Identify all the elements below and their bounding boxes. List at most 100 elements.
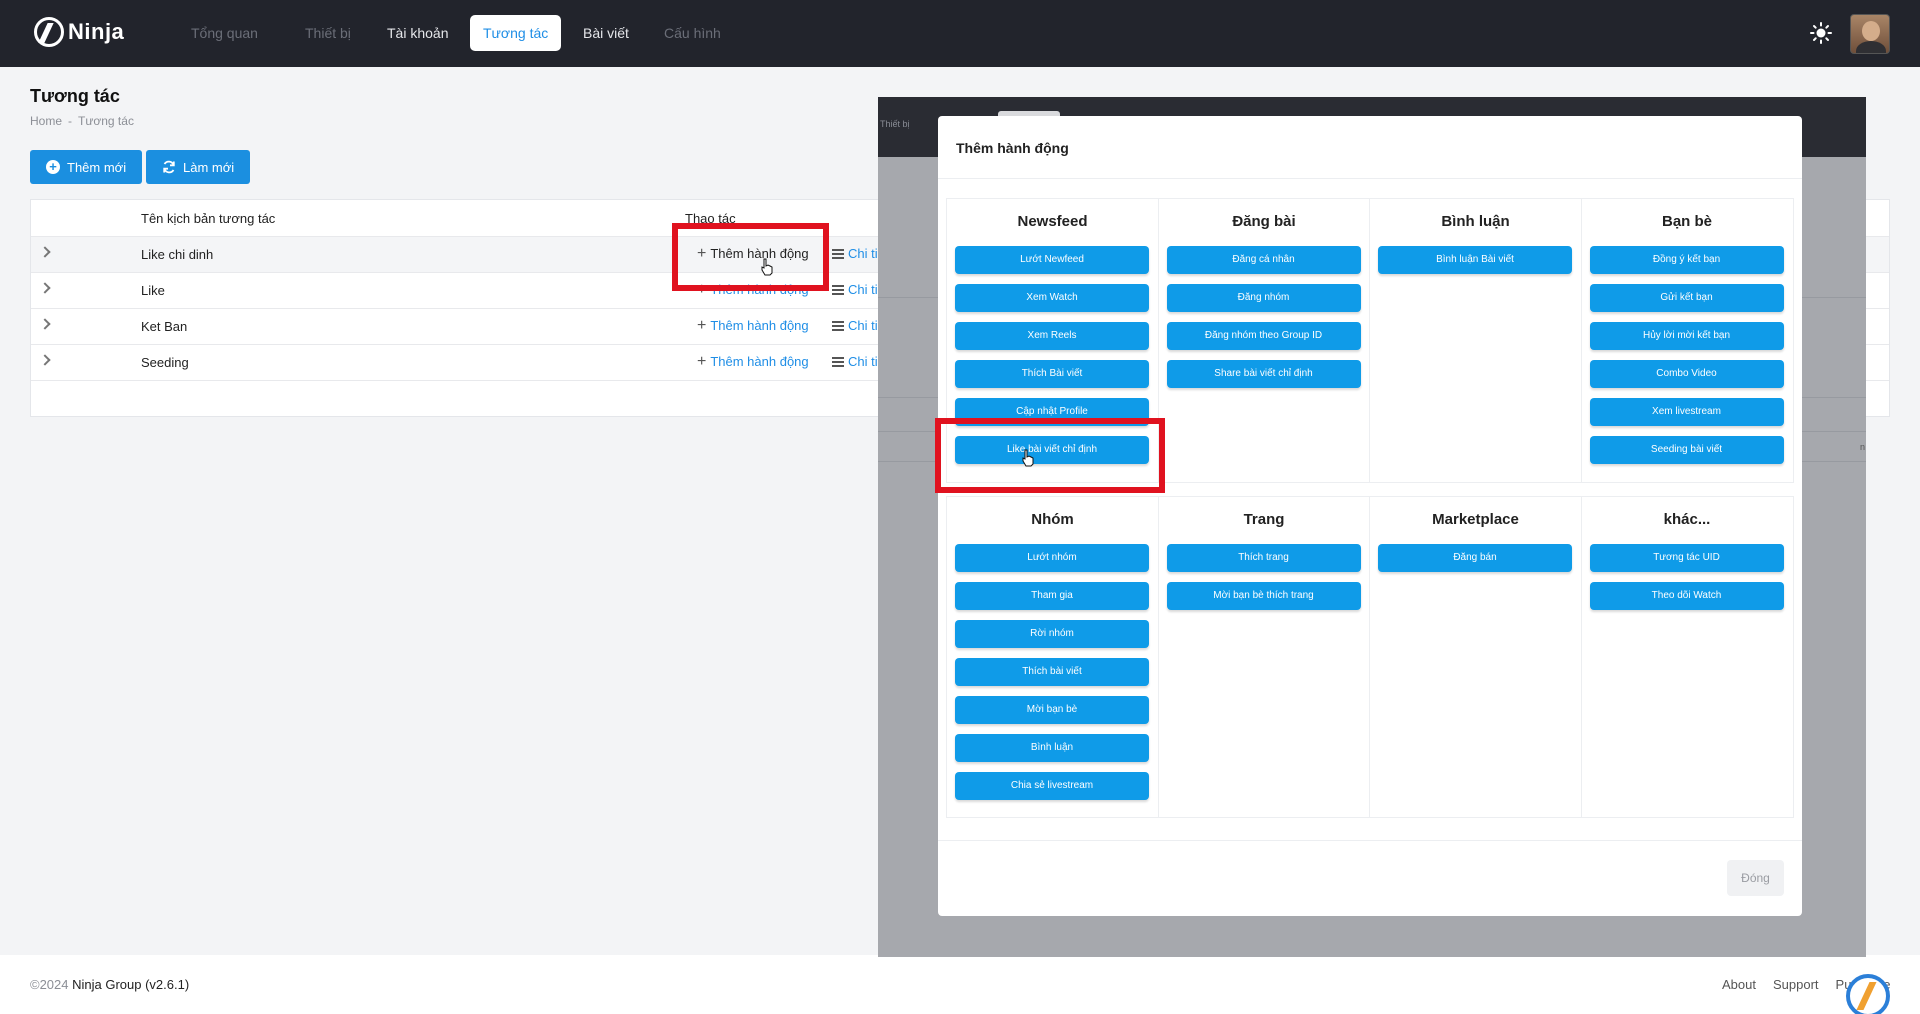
action-button[interactable]: Bình luận <box>955 734 1149 762</box>
company-version: Ninja Group (v2.6.1) <box>72 977 190 992</box>
action-grid-bottom: Nhóm Lướt nhóm Tham gia Rời nhóm Thích b… <box>946 496 1794 818</box>
footer <box>0 955 1920 1014</box>
action-button[interactable]: Theo dõi Watch <box>1589 582 1784 610</box>
nav-tuong-tac[interactable]: Tương tác <box>470 15 562 51</box>
refresh-button[interactable]: Làm mới <box>146 150 251 184</box>
action-button[interactable]: Bình luận Bài viết <box>1378 246 1572 274</box>
add-action-link[interactable]: + Thêm hành động <box>697 317 809 334</box>
logo-text: Ninja <box>68 19 125 44</box>
nav-bai-viet[interactable]: Bài viết <box>570 15 642 51</box>
action-button[interactable]: Thích Bài viết <box>955 360 1149 388</box>
breadcrumb: Home - Tương tác <box>30 114 134 128</box>
action-button[interactable]: Đăng cá nhân <box>1166 246 1361 274</box>
action-button[interactable]: Hủy lời mời kết bạn <box>1589 322 1784 350</box>
overlay-ghost-nav: Thiết bị <box>880 119 910 129</box>
action-button[interactable]: Thích trang <box>1166 544 1361 572</box>
scenario-name: Ket Ban <box>141 319 188 334</box>
add-action-modal: Thêm hành động Newsfeed Lướt Newfeed Xem… <box>938 116 1802 916</box>
add-action-label: Thêm hành động <box>710 354 809 369</box>
plus-icon: + <box>697 353 707 370</box>
footer-about-link[interactable]: About <box>1722 977 1756 992</box>
ninja-logo[interactable]: Ninja <box>34 17 124 47</box>
expand-chevron-icon[interactable] <box>39 318 51 330</box>
group-binh-luan: Bình luận Bình luận Bài viết <box>1370 199 1582 482</box>
group-ban-be: Bạn bè Đồng ý kết bạn Gửi kết bạn Hủy lờ… <box>1582 199 1794 482</box>
action-button[interactable]: Đăng nhóm <box>1166 284 1361 312</box>
breadcrumb-home[interactable]: Home <box>30 114 62 128</box>
nav-cau-hinh[interactable]: Cấu hình <box>651 15 734 51</box>
scenario-name: Seeding <box>141 355 189 370</box>
copyright-year: ©2024 <box>30 977 69 992</box>
modal-title: Thêm hành động <box>956 140 1069 156</box>
group-dang-bai: Đăng bài Đăng cá nhân Đăng nhóm Đăng nhó… <box>1159 199 1370 482</box>
action-button[interactable]: Mời bạn bè thích trang <box>1166 582 1361 610</box>
group-khac: khác... Tương tác UID Theo dõi Watch <box>1582 497 1794 817</box>
group-trang: Trang Thích trang Mời bạn bè thích trang <box>1159 497 1370 817</box>
scenario-name: Like <box>141 283 165 298</box>
list-icon <box>832 356 844 367</box>
action-button[interactable]: Xem livestream <box>1589 398 1784 426</box>
nav-tai-khoan[interactable]: Tài khoản <box>374 15 461 51</box>
detail-link[interactable]: Chi ti <box>832 354 878 369</box>
list-icon <box>832 248 844 259</box>
detail-link[interactable]: Chi ti <box>832 318 878 333</box>
logo-mark-icon <box>34 17 64 47</box>
highlight-box <box>935 418 1165 493</box>
action-button[interactable]: Lướt Newfeed <box>955 246 1149 274</box>
group-title: Marketplace <box>1432 511 1519 528</box>
action-button[interactable]: Chia sẻ livestream <box>955 772 1149 800</box>
group-marketplace: Marketplace Đăng bán <box>1370 497 1582 817</box>
plus-icon: + <box>697 317 707 334</box>
user-avatar[interactable] <box>1850 14 1890 54</box>
group-title: Bình luận <box>1441 213 1510 230</box>
footer-support-link[interactable]: Support <box>1773 977 1819 992</box>
add-action-link[interactable]: + Thêm hành động <box>697 353 809 370</box>
group-title: Trang <box>1243 511 1285 528</box>
detail-link[interactable]: Chi ti <box>832 282 878 297</box>
action-button[interactable]: Mời bạn bè <box>955 696 1149 724</box>
modal-close-button[interactable]: Đóng <box>1727 860 1784 896</box>
action-button[interactable]: Thích bài viết <box>955 658 1149 686</box>
action-button[interactable]: Xem Reels <box>955 322 1149 350</box>
nav-tong-quan[interactable]: Tổng quan <box>178 15 271 51</box>
nav-thiet-bi[interactable]: Thiết bị <box>292 15 364 51</box>
list-icon <box>832 284 844 295</box>
action-button[interactable]: Đăng bán <box>1378 544 1572 572</box>
group-title: Nhóm <box>1031 511 1074 528</box>
action-button[interactable]: Gửi kết bạn <box>1589 284 1784 312</box>
column-header-name: Tên kịch bản tương tác <box>141 211 276 226</box>
action-button[interactable]: Đồng ý kết bạn <box>1589 246 1784 274</box>
expand-chevron-icon[interactable] <box>39 354 51 366</box>
detail-label: Chi ti <box>848 246 878 261</box>
action-button[interactable]: Tương tác UID <box>1589 544 1784 572</box>
expand-chevron-icon[interactable] <box>39 246 51 258</box>
breadcrumb-current: Tương tác <box>78 114 134 128</box>
detail-label: Chi ti <box>848 354 878 369</box>
action-button[interactable]: Rời nhóm <box>955 620 1149 648</box>
modal-header-divider <box>938 178 1802 179</box>
group-title: Bạn bè <box>1661 213 1712 230</box>
highlight-box <box>672 223 829 291</box>
action-button[interactable]: Lướt nhóm <box>955 544 1149 572</box>
action-button[interactable]: Combo Video <box>1589 360 1784 388</box>
add-new-button[interactable]: + Thêm mới <box>30 150 143 184</box>
modal-footer-divider <box>938 840 1802 841</box>
detail-label: Chi ti <box>848 282 878 297</box>
copyright: ©2024 Ninja Group (v2.6.1) <box>30 977 189 992</box>
action-button[interactable]: Seeding bài viết <box>1589 436 1784 464</box>
refresh-icon <box>163 160 175 174</box>
hand-cursor-icon <box>761 258 773 276</box>
refresh-label: Làm mới <box>183 159 235 175</box>
action-button[interactable]: Đăng nhóm theo Group ID <box>1166 322 1361 350</box>
action-button[interactable]: Share bài viết chỉ định <box>1166 360 1361 388</box>
scenario-name: Like chi dinh <box>141 247 214 262</box>
group-title: Newsfeed <box>1017 213 1088 230</box>
corner-ninja-logo-icon <box>1846 974 1890 1014</box>
action-button[interactable]: Tham gia <box>955 582 1149 610</box>
detail-link[interactable]: Chi ti <box>832 246 878 261</box>
expand-chevron-icon[interactable] <box>39 282 51 294</box>
theme-toggle-sun-icon[interactable] <box>1810 22 1832 44</box>
action-button[interactable]: Xem Watch <box>955 284 1149 312</box>
add-action-label: Thêm hành động <box>710 318 809 333</box>
hand-cursor-icon <box>1022 449 1034 467</box>
